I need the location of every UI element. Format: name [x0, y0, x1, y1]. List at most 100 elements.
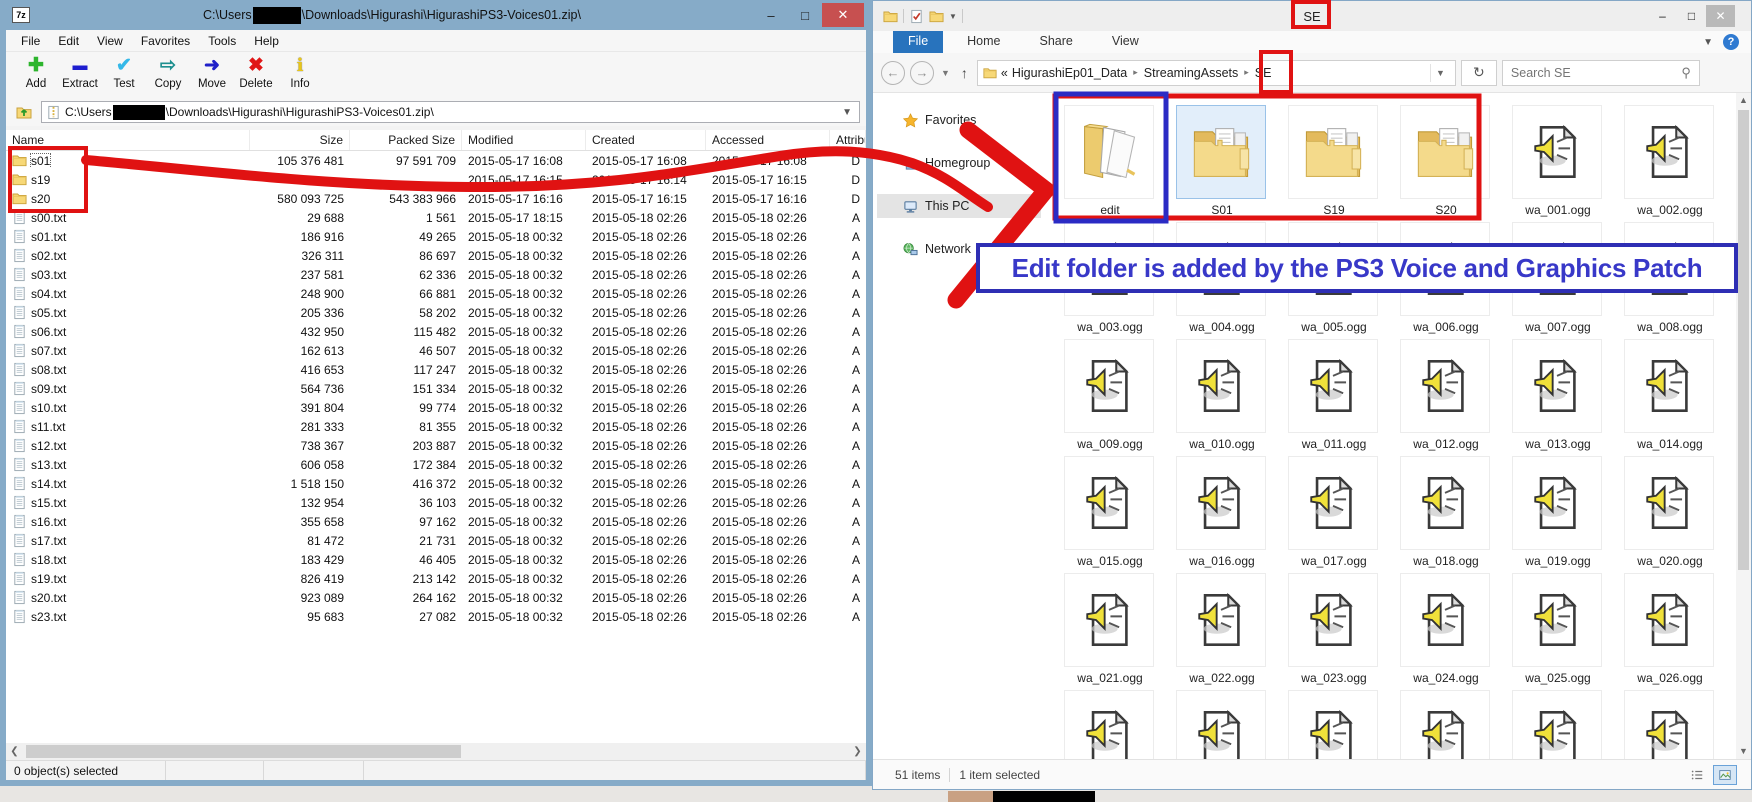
file-tile-partial[interactable]: [1288, 690, 1380, 759]
scroll-down-icon[interactable]: ▼: [1736, 744, 1751, 759]
file-tile-wa-012-ogg[interactable]: wa_012.ogg: [1400, 339, 1492, 456]
scroll-right-icon[interactable]: ❯: [849, 743, 866, 760]
file-tile-wa-017-ogg[interactable]: wa_017.ogg: [1288, 456, 1380, 573]
breadcrumb[interactable]: « HigurashiEp01_Data▸StreamingAssets▸SE …: [977, 60, 1456, 86]
menu-view[interactable]: View: [88, 32, 132, 50]
file-tile-wa-009-ogg[interactable]: wa_009.ogg: [1064, 339, 1156, 456]
folder-tile-s19[interactable]: S19: [1288, 105, 1380, 222]
vertical-scrollbar[interactable]: ▲ ▼: [1736, 93, 1751, 759]
help-icon[interactable]: ?: [1723, 34, 1739, 50]
tab-file[interactable]: File: [893, 31, 943, 53]
file-row-s20-txt[interactable]: s20.txt923 089264 1622015-05-18 00:32201…: [6, 588, 866, 607]
breadcrumb-item-streamingassets[interactable]: StreamingAssets: [1144, 66, 1238, 80]
file-tile-partial[interactable]: [1624, 690, 1716, 759]
menu-favorites[interactable]: Favorites: [132, 32, 199, 50]
forward-button[interactable]: →: [910, 61, 934, 85]
up-button[interactable]: ↑: [957, 65, 972, 81]
column-header-name[interactable]: Name: [6, 130, 250, 150]
tab-share[interactable]: Share: [1025, 31, 1088, 53]
menu-help[interactable]: Help: [245, 32, 288, 50]
maximize-button[interactable]: □: [1677, 5, 1706, 27]
column-header-created[interactable]: Created: [586, 130, 706, 150]
sz-horizontal-scrollbar[interactable]: ❮ ❯: [6, 743, 866, 760]
menu-file[interactable]: File: [12, 32, 49, 50]
file-tile-partial[interactable]: [1176, 690, 1268, 759]
toolbar-delete-button[interactable]: ✖Delete: [234, 52, 278, 98]
ribbon-collapse-icon[interactable]: ▼: [1703, 37, 1713, 48]
file-tile-partial[interactable]: [1400, 690, 1492, 759]
file-row-s19-txt[interactable]: s19.txt826 419213 1422015-05-18 00:32201…: [6, 569, 866, 588]
folder-tile-s20[interactable]: S20: [1400, 105, 1492, 222]
refresh-button[interactable]: ↻: [1461, 60, 1497, 86]
file-row-s19[interactable]: s192015-05-17 16:152015-05-17 16:142015-…: [6, 170, 866, 189]
file-row-s23-txt[interactable]: s23.txt95 68327 0822015-05-18 00:322015-…: [6, 607, 866, 626]
sevenzip-titlebar[interactable]: 7z C:\Users\Downloads\Higurashi\Higurash…: [6, 0, 866, 30]
sz-path-combo[interactable]: C:\Users\Downloads\Higurashi\HigurashiPS…: [41, 101, 860, 123]
menu-edit[interactable]: Edit: [49, 32, 88, 50]
toolbar-info-button[interactable]: iInfo: [278, 52, 322, 98]
file-row-s07-txt[interactable]: s07.txt162 61346 5072015-05-18 00:322015…: [6, 341, 866, 360]
minimize-button[interactable]: –: [754, 3, 788, 27]
scroll-left-icon[interactable]: ❮: [6, 746, 23, 757]
sidebar-item-homegroup[interactable]: Homegroup: [877, 151, 1041, 175]
new-folder-icon[interactable]: [929, 9, 944, 24]
file-tile-wa-024-ogg[interactable]: wa_024.ogg: [1400, 573, 1492, 690]
file-tile-wa-018-ogg[interactable]: wa_018.ogg: [1400, 456, 1492, 573]
file-tile-wa-020-ogg[interactable]: wa_020.ogg: [1624, 456, 1716, 573]
toolbar-copy-button[interactable]: ⇨Copy: [146, 52, 190, 98]
file-row-s03-txt[interactable]: s03.txt237 58162 3362015-05-18 00:322015…: [6, 265, 866, 284]
file-row-s01-txt[interactable]: s01.txt186 91649 2652015-05-18 00:322015…: [6, 227, 866, 246]
folder-tile-s01[interactable]: S01: [1176, 105, 1268, 222]
file-row-s17-txt[interactable]: s17.txt81 47221 7312015-05-18 00:322015-…: [6, 531, 866, 550]
file-tile-wa-015-ogg[interactable]: wa_015.ogg: [1064, 456, 1156, 573]
file-row-s20[interactable]: s20580 093 725543 383 9662015-05-17 16:1…: [6, 189, 866, 208]
toolbar-extract-button[interactable]: ▬Extract: [58, 52, 102, 98]
explorer-titlebar[interactable]: ▼ SE – □ ✕: [873, 1, 1751, 31]
file-row-s09-txt[interactable]: s09.txt564 736151 3342015-05-18 00:32201…: [6, 379, 866, 398]
file-row-s02-txt[interactable]: s02.txt326 31186 6972015-05-18 00:322015…: [6, 246, 866, 265]
maximize-button[interactable]: □: [788, 3, 822, 27]
folder-icon[interactable]: [883, 9, 898, 24]
file-row-s08-txt[interactable]: s08.txt416 653117 2472015-05-18 00:32201…: [6, 360, 866, 379]
column-header-size[interactable]: Size: [250, 130, 350, 150]
file-tile-partial[interactable]: [1512, 690, 1604, 759]
search-box[interactable]: ⚲: [1502, 60, 1700, 86]
toolbar-test-button[interactable]: ✔Test: [102, 52, 146, 98]
customize-qat-icon[interactable]: ▼: [949, 12, 957, 21]
file-row-s11-txt[interactable]: s11.txt281 33381 3552015-05-18 00:322015…: [6, 417, 866, 436]
file-tile-wa-014-ogg[interactable]: wa_014.ogg: [1624, 339, 1716, 456]
file-row-s14-txt[interactable]: s14.txt1 518 150416 3722015-05-18 00:322…: [6, 474, 866, 493]
column-header-modified[interactable]: Modified: [462, 130, 586, 150]
scrollbar-thumb[interactable]: [1738, 110, 1749, 570]
file-row-s01[interactable]: s01105 376 48197 591 7092015-05-17 16:08…: [6, 151, 866, 170]
file-tile-wa-010-ogg[interactable]: wa_010.ogg: [1176, 339, 1268, 456]
file-row-s04-txt[interactable]: s04.txt248 90066 8812015-05-18 00:322015…: [6, 284, 866, 303]
details-view-button[interactable]: [1685, 765, 1709, 785]
file-tile-wa-011-ogg[interactable]: wa_011.ogg: [1288, 339, 1380, 456]
back-button[interactable]: ←: [881, 61, 905, 85]
sidebar-item-this-pc[interactable]: This PC: [877, 194, 1041, 218]
file-tile-wa-026-ogg[interactable]: wa_026.ogg: [1624, 573, 1716, 690]
close-button[interactable]: ✕: [1706, 5, 1735, 27]
file-row-s15-txt[interactable]: s15.txt132 95436 1032015-05-18 00:322015…: [6, 493, 866, 512]
file-tile-wa-025-ogg[interactable]: wa_025.ogg: [1512, 573, 1604, 690]
search-icon[interactable]: ⚲: [1681, 65, 1691, 81]
file-tile-wa-016-ogg[interactable]: wa_016.ogg: [1176, 456, 1268, 573]
scrollbar-thumb[interactable]: [26, 745, 461, 758]
file-row-s16-txt[interactable]: s16.txt355 65897 1622015-05-18 00:322015…: [6, 512, 866, 531]
up-folder-button[interactable]: [12, 101, 36, 123]
file-row-s12-txt[interactable]: s12.txt738 367203 8872015-05-18 00:32201…: [6, 436, 866, 455]
breadcrumb-item-se[interactable]: SE: [1255, 66, 1272, 80]
toolbar-add-button[interactable]: ✚Add: [14, 52, 58, 98]
file-tile-wa-022-ogg[interactable]: wa_022.ogg: [1176, 573, 1268, 690]
menu-tools[interactable]: Tools: [199, 32, 245, 50]
scroll-up-icon[interactable]: ▲: [1736, 93, 1751, 108]
file-row-s06-txt[interactable]: s06.txt432 950115 4822015-05-18 00:32201…: [6, 322, 866, 341]
thumbnail-view-button[interactable]: [1713, 765, 1737, 785]
file-row-s10-txt[interactable]: s10.txt391 80499 7742015-05-18 00:322015…: [6, 398, 866, 417]
file-tile-wa-002-ogg[interactable]: wa_002.ogg: [1624, 105, 1716, 222]
tab-view[interactable]: View: [1097, 31, 1154, 53]
file-tile-wa-001-ogg[interactable]: wa_001.ogg: [1512, 105, 1604, 222]
properties-icon[interactable]: [909, 9, 924, 24]
folder-tile-edit[interactable]: edit: [1064, 105, 1156, 222]
